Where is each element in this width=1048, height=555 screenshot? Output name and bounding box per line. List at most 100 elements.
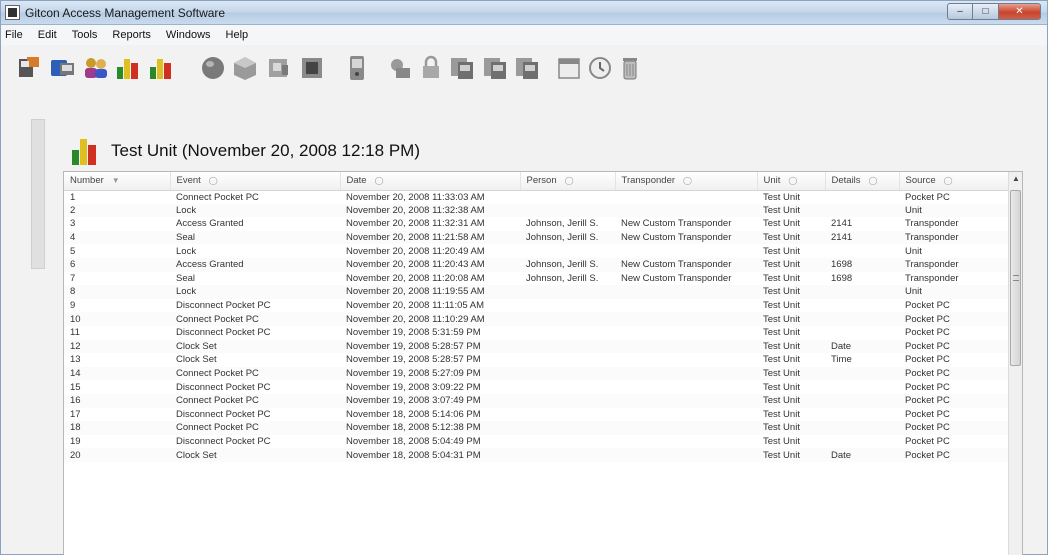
table-cell-details	[825, 407, 899, 422]
key-lock-icon[interactable]	[386, 53, 416, 83]
calendar-icon[interactable]	[554, 53, 584, 83]
table-row[interactable]: 19 Disconnect Pocket PC November 18, 2008 …	[64, 434, 1010, 449]
table-cell-number: 14	[64, 366, 170, 381]
table-cell-event: Connect Pocket PC	[170, 366, 340, 381]
menu-help[interactable]: Help	[226, 29, 249, 41]
table-cell-number: 20	[64, 448, 170, 462]
table-cell-unit: Test Unit	[757, 380, 825, 394]
table-row[interactable]: 13 Clock Set November 19, 2008 5:28:57 PM T…	[64, 353, 1010, 367]
table-row[interactable]: 12 Clock Set November 19, 2008 5:28:57 PM T…	[64, 339, 1010, 354]
table-cell-details: Time	[825, 353, 899, 367]
copy-icon-2[interactable]	[480, 53, 510, 83]
copy-icon[interactable]	[447, 53, 477, 83]
column-header-person[interactable]: Person ◯	[520, 172, 616, 191]
table-cell-source: Unit	[899, 203, 1010, 218]
column-header-unit[interactable]: Unit ◯	[757, 172, 826, 191]
table-cell-source: Transponder	[899, 257, 1010, 272]
table-cell-details	[825, 393, 899, 408]
padlock-icon[interactable]	[416, 53, 446, 83]
menu-edit[interactable]: Edit	[38, 29, 57, 41]
table-cell-date: November 18, 2008 5:14:06 PM	[340, 407, 520, 422]
app-icon[interactable]	[5, 5, 20, 20]
scrollbar-thumb[interactable]	[1010, 190, 1021, 366]
table-cell-transponder	[615, 203, 757, 218]
minimize-button[interactable]: –	[947, 3, 973, 20]
unit-header: Test Unit (November 20, 2008 12:18 PM)	[71, 131, 420, 171]
table-row[interactable]: 17 Disconnect Pocket PC November 18, 2008 …	[64, 407, 1010, 422]
title-bar[interactable]: Gitcon Access Management Software – □ ✕	[1, 1, 1047, 25]
column-header-date[interactable]: Date ◯	[340, 172, 521, 191]
table-row[interactable]: 9 Disconnect Pocket PC November 20, 2008 1…	[64, 298, 1010, 313]
table-cell-event: Access Granted	[170, 217, 340, 231]
table-row[interactable]: 14 Connect Pocket PC November 19, 2008 5:2…	[64, 366, 1010, 381]
close-button[interactable]: ✕	[998, 3, 1041, 20]
table-cell-transponder: New Custom Transponder	[615, 230, 757, 245]
table-row[interactable]: 15 Disconnect Pocket PC November 19, 2008 …	[64, 380, 1010, 394]
table-cell-person: Johnson, Jerill S.	[520, 230, 615, 245]
menu-tools[interactable]: Tools	[72, 29, 98, 41]
table-cell-unit: Test Unit	[757, 312, 825, 326]
table-cell-date: November 20, 2008 11:32:38 AM	[340, 203, 520, 218]
table-row[interactable]: 2 Lock November 20, 2008 11:32:38 AM Test U…	[64, 203, 1010, 218]
device-icon[interactable]	[264, 53, 294, 83]
transfer-icon[interactable]	[48, 53, 78, 83]
table-row[interactable]: 18 Connect Pocket PC November 18, 2008 5:1…	[64, 421, 1010, 435]
app-window: Gitcon Access Management Software – □ ✕ …	[0, 0, 1048, 555]
scroll-up-icon[interactable]: ▲	[1012, 174, 1020, 183]
table-row[interactable]: 1 Connect Pocket PC November 20, 2008 11:3…	[64, 190, 1010, 204]
table-cell-details	[825, 285, 899, 299]
menu-windows[interactable]: Windows	[166, 29, 211, 41]
table-cell-event: Access Granted	[170, 257, 340, 272]
table-cell-event: Seal	[170, 230, 340, 245]
table-cell-person: Johnson, Jerill S.	[520, 257, 615, 272]
table-cell-person	[520, 312, 615, 326]
table-cell-unit: Test Unit	[757, 298, 825, 313]
table-cell-date: November 20, 2008 11:10:29 AM	[340, 312, 520, 326]
table-row[interactable]: 4 Seal November 20, 2008 11:21:58 AM Johnso…	[64, 230, 1010, 245]
table-cell-transponder	[615, 434, 757, 449]
side-panel-tab[interactable]	[31, 119, 45, 269]
table-row[interactable]: 3 Access Granted November 20, 2008 11:32:3…	[64, 217, 1010, 231]
unit-report-icon-2[interactable]	[146, 53, 176, 83]
table-cell-number: 4	[64, 230, 170, 245]
table-cell-unit: Test Unit	[757, 393, 825, 408]
table-cell-number: 18	[64, 421, 170, 435]
table-cell-source: Pocket PC	[899, 312, 1010, 326]
table-cell-person	[520, 244, 615, 258]
device-dark-icon[interactable]	[297, 53, 327, 83]
table-row[interactable]: 16 Connect Pocket PC November 19, 2008 3:0…	[64, 393, 1010, 408]
users-icon[interactable]	[81, 53, 111, 83]
table-cell-number: 16	[64, 393, 170, 408]
package-icon[interactable]	[230, 53, 260, 83]
table-cell-person	[520, 203, 615, 218]
clock-icon[interactable]	[585, 53, 615, 83]
column-header-source[interactable]: Source ◯	[899, 172, 1011, 191]
table-row[interactable]: 10 Connect Pocket PC November 20, 2008 11:…	[64, 312, 1010, 326]
column-header-transponder[interactable]: Transponder ◯	[615, 172, 758, 191]
table-cell-unit: Test Unit	[757, 353, 825, 367]
table-row[interactable]: 11 Disconnect Pocket PC November 19, 2008 …	[64, 325, 1010, 340]
vertical-scrollbar[interactable]: ▲	[1008, 172, 1022, 555]
table-cell-unit: Test Unit	[757, 366, 825, 381]
menu-reports[interactable]: Reports	[112, 29, 151, 41]
unit-reader-icon[interactable]	[15, 53, 45, 83]
table-row[interactable]: 8 Lock November 20, 2008 11:19:55 AM Test U…	[64, 285, 1010, 299]
copy-icon-3[interactable]	[512, 53, 542, 83]
table-cell-source: Pocket PC	[899, 434, 1010, 449]
trash-icon[interactable]	[615, 53, 645, 83]
table-cell-date: November 20, 2008 11:32:31 AM	[340, 217, 520, 231]
table-cell-details	[825, 380, 899, 394]
menu-file[interactable]: File	[5, 29, 23, 41]
table-row[interactable]: 5 Lock November 20, 2008 11:20:49 AM Test U…	[64, 244, 1010, 258]
table-row[interactable]: 7 Seal November 20, 2008 11:20:08 AM Johnso…	[64, 271, 1010, 286]
column-header-number[interactable]: Number ▼	[64, 172, 171, 191]
unit-report-icon[interactable]	[113, 53, 143, 83]
globe-icon[interactable]	[198, 53, 228, 83]
maximize-button[interactable]: □	[973, 3, 998, 20]
pocket-device-icon[interactable]	[342, 53, 372, 83]
table-row[interactable]: 6 Access Granted November 20, 2008 11:20:4…	[64, 257, 1010, 272]
column-header-details[interactable]: Details ◯	[825, 172, 900, 191]
column-header-event[interactable]: Event ◯	[170, 172, 341, 191]
table-row[interactable]: 20 Clock Set November 18, 2008 5:04:31 PM T…	[64, 448, 1010, 462]
table-cell-transponder	[615, 298, 757, 313]
